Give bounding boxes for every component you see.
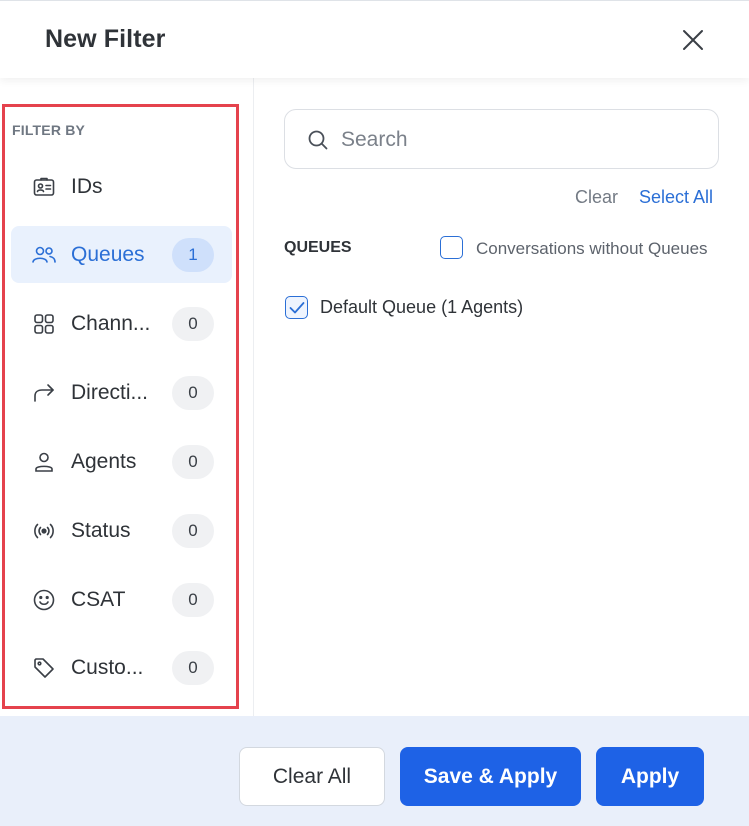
count-badge: 0 (172, 444, 214, 479)
filter-by-heading: FILTER BY (12, 122, 86, 138)
id-card-icon (31, 174, 57, 200)
sidebar-item-label: Agents (71, 449, 137, 473)
select-all-link[interactable]: Select All (639, 187, 713, 208)
dialog-header: New Filter (0, 0, 749, 78)
count-badge: 0 (172, 650, 214, 685)
sidebar-item-label: CSAT (71, 587, 126, 611)
queues-section-title: QUEUES (284, 239, 352, 256)
users-icon (31, 242, 57, 268)
tag-icon (31, 655, 57, 681)
sidebar-item-label: Custo... (71, 655, 144, 679)
smiley-icon (31, 587, 57, 613)
sidebar-item-label: Chann... (71, 311, 151, 335)
count-badge: 0 (172, 513, 214, 548)
search-input[interactable] (341, 122, 701, 158)
sidebar-item-status[interactable]: Status 0 (11, 502, 232, 559)
sidebar-item-csat[interactable]: CSAT 0 (11, 571, 232, 628)
conversations-without-queues-label[interactable]: Conversations without Queues (476, 239, 708, 259)
arrow-redirect-icon (31, 380, 57, 406)
sidebar-item-queues[interactable]: Queues 1 (11, 226, 232, 283)
dialog-title: New Filter (45, 25, 166, 53)
save-and-apply-button[interactable]: Save & Apply (400, 747, 581, 806)
sidebar-item-agents[interactable]: Agents 0 (11, 433, 232, 490)
filter-content-panel: Clear Select All QUEUES Conversations wi… (255, 78, 749, 716)
count-badge: 1 (172, 237, 214, 272)
checkmark-icon (289, 301, 304, 313)
default-queue-checkbox[interactable] (285, 296, 308, 319)
sidebar-item-label: IDs (71, 174, 103, 198)
sidebar-item-ids[interactable]: IDs (11, 158, 232, 215)
close-icon (683, 30, 703, 50)
sidebar-item-label: Queues (71, 242, 145, 266)
search-box (284, 109, 719, 169)
default-queue-label[interactable]: Default Queue (1 Agents) (320, 297, 523, 318)
sidebar-item-label: Directi... (71, 380, 149, 404)
sidebar-item-channels[interactable]: Chann... 0 (11, 295, 232, 352)
sidebar-item-custom[interactable]: Custo... 0 (11, 639, 232, 696)
filter-sidebar: FILTER BY IDs Queues 1 Chann... 0 Direct… (0, 78, 254, 716)
dialog-footer: Clear All Save & Apply Apply (0, 716, 749, 826)
sidebar-item-label: Status (71, 518, 131, 542)
count-badge: 0 (172, 375, 214, 410)
sidebar-item-direction[interactable]: Directi... 0 (11, 364, 232, 421)
conversations-without-queues-checkbox[interactable] (440, 236, 463, 259)
broadcast-icon (31, 518, 57, 544)
apply-button[interactable]: Apply (596, 747, 704, 806)
grid-icon (31, 311, 57, 337)
clear-link[interactable]: Clear (575, 187, 618, 208)
close-button[interactable] (679, 26, 707, 54)
user-icon (31, 449, 57, 475)
search-icon (308, 130, 328, 150)
count-badge: 0 (172, 582, 214, 617)
clear-all-button[interactable]: Clear All (239, 747, 385, 806)
count-badge: 0 (172, 306, 214, 341)
